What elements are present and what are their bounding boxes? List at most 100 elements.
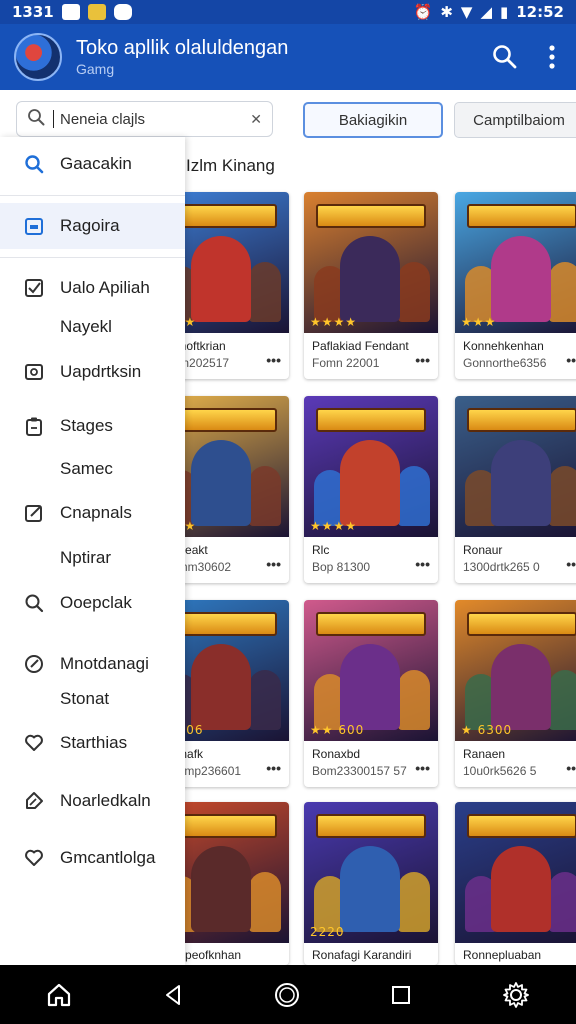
more-options-icon[interactable]: ••• <box>566 352 576 368</box>
drawer-item-label: Uapdrtksin <box>60 362 142 381</box>
search-icon[interactable] <box>492 44 518 70</box>
game-logo-banner <box>316 204 426 228</box>
drawer-item-9[interactable]: Noarledkaln <box>0 782 185 820</box>
game-cover-art: ★★★★ <box>304 192 438 333</box>
more-options-icon[interactable]: ••• <box>566 760 576 776</box>
drawer-item-6[interactable]: Ooepclak <box>0 584 185 622</box>
status-time-right: 12:52 <box>516 3 564 21</box>
chip-other[interactable]: Camptilbaiom <box>454 102 576 138</box>
drawer-item-5[interactable]: Cnapnals <box>0 494 185 532</box>
game-character <box>191 236 251 322</box>
more-options-icon[interactable]: ••• <box>415 556 430 572</box>
game-title: Konnehkenhan <box>463 339 544 353</box>
search-icon <box>27 108 45 131</box>
bluetooth-icon: ✱ <box>440 3 453 21</box>
game-card[interactable]: ★★★★ Paflakiad Fendant Fomn 22001 ••• <box>304 192 438 379</box>
rating-stars: ★★★ <box>461 315 497 329</box>
clear-icon[interactable]: ✕ <box>250 111 262 128</box>
drawer-item-label: Noarledkaln <box>60 791 151 810</box>
game-character <box>549 872 576 932</box>
game-card[interactable]: Ronaur 1300drtk265 0 ••• <box>455 396 576 583</box>
game-character <box>491 440 551 526</box>
drawer-item-label: Ualo Apiliah <box>60 278 150 297</box>
heart-icon <box>24 848 44 868</box>
drawer-item-10[interactable]: Gmcantlolga <box>0 839 185 877</box>
game-card[interactable]: 2220 Ronafagi Karandiri <box>304 802 438 965</box>
search-icon <box>24 593 44 613</box>
more-options-icon[interactable]: ••• <box>266 352 281 368</box>
alarm-icon: ⏰ <box>413 3 433 21</box>
section-label: Izlm Kinang <box>186 156 275 175</box>
game-subtitle: Fomn 22001 <box>312 356 380 370</box>
settings-icon[interactable] <box>501 980 531 1010</box>
recents-icon[interactable] <box>390 984 412 1006</box>
drawer-sub-label: Nptirar <box>60 548 112 567</box>
app-logo <box>14 33 62 81</box>
battery-icon: ▮ <box>499 3 509 21</box>
game-card[interactable]: ★ 6300 Ranaen 10u0rk5626 5 ••• <box>455 600 576 787</box>
drawer-item-2[interactable]: Ualo Apiliah <box>0 269 185 307</box>
game-character <box>398 872 430 932</box>
more-options-icon[interactable]: ••• <box>415 352 430 368</box>
game-title: Ranaen <box>463 747 506 761</box>
drawer-item-0[interactable]: Gaacakin <box>0 143 185 185</box>
game-character <box>249 670 281 730</box>
rating-stars: ★★ 600 <box>310 723 365 737</box>
circle-home-icon[interactable] <box>274 982 300 1008</box>
rating-stars: 2220 <box>310 925 345 939</box>
drawer-divider <box>0 195 185 196</box>
app-title: Toko apllik olaluldengan <box>76 37 289 59</box>
rating-stars: ★ 6300 <box>461 723 513 737</box>
app-bar: Toko apllik olaluldengan Gamg <box>0 24 576 90</box>
game-card[interactable]: ★★★★ Rlc Bop 81300 ••• <box>304 396 438 583</box>
game-card[interactable]: ★★ 600 Ronaxbd Bom23300157 57 ••• <box>304 600 438 787</box>
game-subtitle: 10u0rk5626 5 <box>463 764 537 778</box>
app-subtitle: Gamg <box>76 61 115 77</box>
game-subtitle: 1300drtk265 0 <box>463 560 540 574</box>
drawer-item-label: Cnapnals <box>60 503 132 522</box>
more-options-icon[interactable]: ••• <box>566 556 576 572</box>
tag-icon <box>24 791 44 811</box>
status-time-left: 1331 <box>12 3 54 21</box>
status-bar: 1331 ⏰ ✱ ▼ ◢ ▮ 12:52 <box>0 0 576 24</box>
game-character <box>491 644 551 730</box>
game-card[interactable]: Ronnepluaban <box>455 802 576 965</box>
drawer-item-7[interactable]: Mnotdanagi <box>0 645 185 683</box>
drawer-item-label: Gmcantlolga <box>60 848 156 867</box>
game-cover-art: ★★ 600 <box>304 600 438 741</box>
search-icon <box>24 154 44 174</box>
game-logo-banner <box>467 204 576 228</box>
drawer-item-label: Gaacakin <box>60 154 132 173</box>
game-cover-art <box>455 396 576 537</box>
more-options-icon[interactable]: ••• <box>415 760 430 776</box>
system-nav-bar <box>0 965 576 1024</box>
game-subtitle: Bop 81300 <box>312 560 371 574</box>
game-character <box>398 670 430 730</box>
chip-active[interactable]: Bakiagikin <box>303 102 443 138</box>
home-icon[interactable] <box>45 981 73 1009</box>
text-cursor <box>53 110 54 128</box>
drawer-sub-label: Stonat <box>60 689 110 708</box>
drawer-item-1[interactable]: Ragoira <box>0 203 185 249</box>
more-options-icon[interactable]: ••• <box>266 760 281 776</box>
game-cover-art: ★ 6300 <box>455 600 576 741</box>
more-vert-icon[interactable] <box>548 44 556 70</box>
game-title: Paflakiad Fendant <box>312 339 409 353</box>
game-character <box>340 440 400 526</box>
rating-stars: ★★★★ <box>310 519 358 533</box>
drawer-item-label: Stages <box>60 416 113 435</box>
drawer-item-label: Mnotdanagi <box>60 654 149 673</box>
game-logo-banner <box>316 814 426 838</box>
game-logo-banner <box>316 408 426 432</box>
game-title: Ronaxbd <box>312 747 361 761</box>
game-title: Rlc <box>312 543 330 557</box>
game-logo-banner <box>467 408 576 432</box>
drawer-item-4[interactable]: Stages <box>0 407 185 445</box>
back-icon[interactable] <box>162 983 184 1007</box>
drawer-item-8[interactable]: Starthias <box>0 724 185 762</box>
more-options-icon[interactable]: ••• <box>266 556 281 572</box>
game-card[interactable]: ★★★ Konnehkenhan Gonnorthe6356 ••• <box>455 192 576 379</box>
drawer-item-3[interactable]: Uapdrtksin <box>0 353 185 391</box>
search-input[interactable]: Neneia clajls ✕ <box>16 101 273 137</box>
clipboard-icon <box>24 416 44 436</box>
